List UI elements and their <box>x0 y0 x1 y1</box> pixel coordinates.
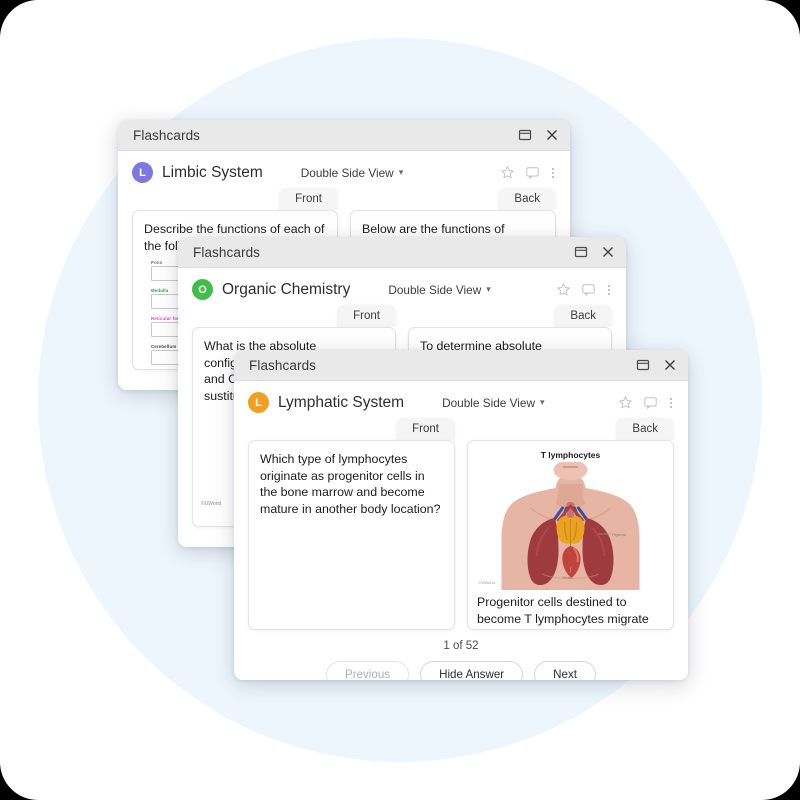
tab-row: Front Back <box>248 419 674 440</box>
view-mode-select[interactable]: Double Side View ▾ <box>442 396 544 410</box>
window-body: L Lymphatic System Double Side View ▾ Fr… <box>234 381 688 680</box>
comment-icon[interactable] <box>525 165 540 180</box>
deck-header: L Lymphatic System Double Side View ▾ <box>234 381 688 419</box>
tab-col-back: Back <box>408 306 612 327</box>
view-mode-select[interactable]: Double Side View ▾ <box>301 166 403 180</box>
tab-front[interactable]: Front <box>396 419 455 440</box>
deck-title: Limbic System <box>162 163 263 181</box>
maximize-icon[interactable] <box>636 358 650 372</box>
window-controls[interactable] <box>518 128 559 142</box>
titlebar[interactable]: Flashcards <box>178 237 626 268</box>
close-icon[interactable] <box>663 358 677 372</box>
card-back[interactable]: T lymphocytes Thymus Heart ©UWorld Proge… <box>467 440 674 630</box>
svg-text:Heart: Heart <box>563 575 574 580</box>
more-vertical-icon[interactable] <box>550 167 556 178</box>
deck-title: Lymphatic System <box>278 393 405 411</box>
deck-avatar: L <box>132 162 153 183</box>
close-icon[interactable] <box>601 245 615 259</box>
tab-back[interactable]: Back <box>554 306 612 327</box>
tab-col-front: Front <box>192 306 396 327</box>
tab-col-back: Back <box>467 419 674 440</box>
comment-icon[interactable] <box>581 282 596 297</box>
anatomy-caption: Progenitor cells destined to become T ly… <box>477 595 649 629</box>
deck-actions[interactable] <box>556 282 612 297</box>
tab-row: Front Back <box>192 306 612 327</box>
card-row: Which type of lymphocytes originate as p… <box>248 440 674 630</box>
more-vertical-icon[interactable] <box>606 284 612 295</box>
star-icon[interactable] <box>556 282 571 297</box>
card-front-text: Which type of lymphocytes originate as p… <box>260 452 441 517</box>
tab-col-front: Front <box>132 189 338 210</box>
tab-row: Front Back <box>132 189 556 210</box>
svg-text:Thymus: Thymus <box>612 532 626 537</box>
cards-area: Front Back Which type of lymphocytes ori… <box>234 419 688 630</box>
chevron-down-icon: ▾ <box>398 167 404 177</box>
window-title: Flashcards <box>133 127 201 143</box>
tab-col-front: Front <box>248 419 455 440</box>
window-lymphatic-system[interactable]: Flashcards L Lymphatic System Double Sid… <box>234 350 688 680</box>
card-front[interactable]: Which type of lymphocytes originate as p… <box>248 440 455 630</box>
deck-avatar: O <box>192 279 213 300</box>
deck-actions[interactable] <box>500 165 556 180</box>
maximize-icon[interactable] <box>518 128 532 142</box>
deck-header: L Limbic System Double Side View ▾ <box>118 151 570 189</box>
deck-avatar: L <box>248 392 269 413</box>
svg-text:©UWorld: ©UWorld <box>479 580 495 585</box>
tab-back[interactable]: Back <box>616 419 674 440</box>
window-title: Flashcards <box>193 244 261 260</box>
comment-icon[interactable] <box>643 395 658 410</box>
chevron-down-icon: ▾ <box>539 397 545 407</box>
chevron-down-icon: ▾ <box>486 284 491 294</box>
tab-col-back: Back <box>350 189 556 210</box>
tab-front[interactable]: Front <box>279 189 338 210</box>
window-controls[interactable] <box>636 358 677 372</box>
card-footer: 1 of 52 Previous Hide Answer Next <box>234 630 688 680</box>
maximize-icon[interactable] <box>574 245 588 259</box>
deck-header: O Organic Chemistry Double Side View ▾ <box>178 268 626 306</box>
tab-back[interactable]: Back <box>498 189 556 210</box>
anatomy-illustration: Thymus Heart ©UWorld <box>470 462 671 590</box>
card-counter: 1 of 52 <box>443 640 479 652</box>
star-icon[interactable] <box>618 395 633 410</box>
titlebar[interactable]: Flashcards <box>234 350 688 381</box>
anatomy-figure-title: T lymphocytes <box>540 450 601 460</box>
tab-front[interactable]: Front <box>337 306 396 327</box>
view-mode-label: Double Side View <box>388 282 482 297</box>
view-mode-select[interactable]: Double Side View ▾ <box>388 283 490 297</box>
titlebar[interactable]: Flashcards <box>118 120 570 151</box>
deck-actions[interactable] <box>618 395 674 410</box>
window-controls[interactable] <box>574 245 615 259</box>
view-mode-label: Double Side View <box>442 395 535 410</box>
nav-buttons: Previous Hide Answer Next <box>234 661 688 680</box>
deck-title: Organic Chemistry <box>222 280 351 298</box>
star-icon[interactable] <box>500 165 515 180</box>
next-button[interactable]: Next <box>534 661 597 680</box>
window-title: Flashcards <box>249 357 317 373</box>
more-vertical-icon[interactable] <box>668 397 674 408</box>
previous-button[interactable]: Previous <box>325 661 410 680</box>
screenshot-stage: Flashcards L Limbic System Double Side V… <box>0 0 800 800</box>
hide-answer-button[interactable]: Hide Answer <box>420 661 524 680</box>
view-mode-label: Double Side View <box>300 165 394 180</box>
close-icon[interactable] <box>545 128 559 142</box>
